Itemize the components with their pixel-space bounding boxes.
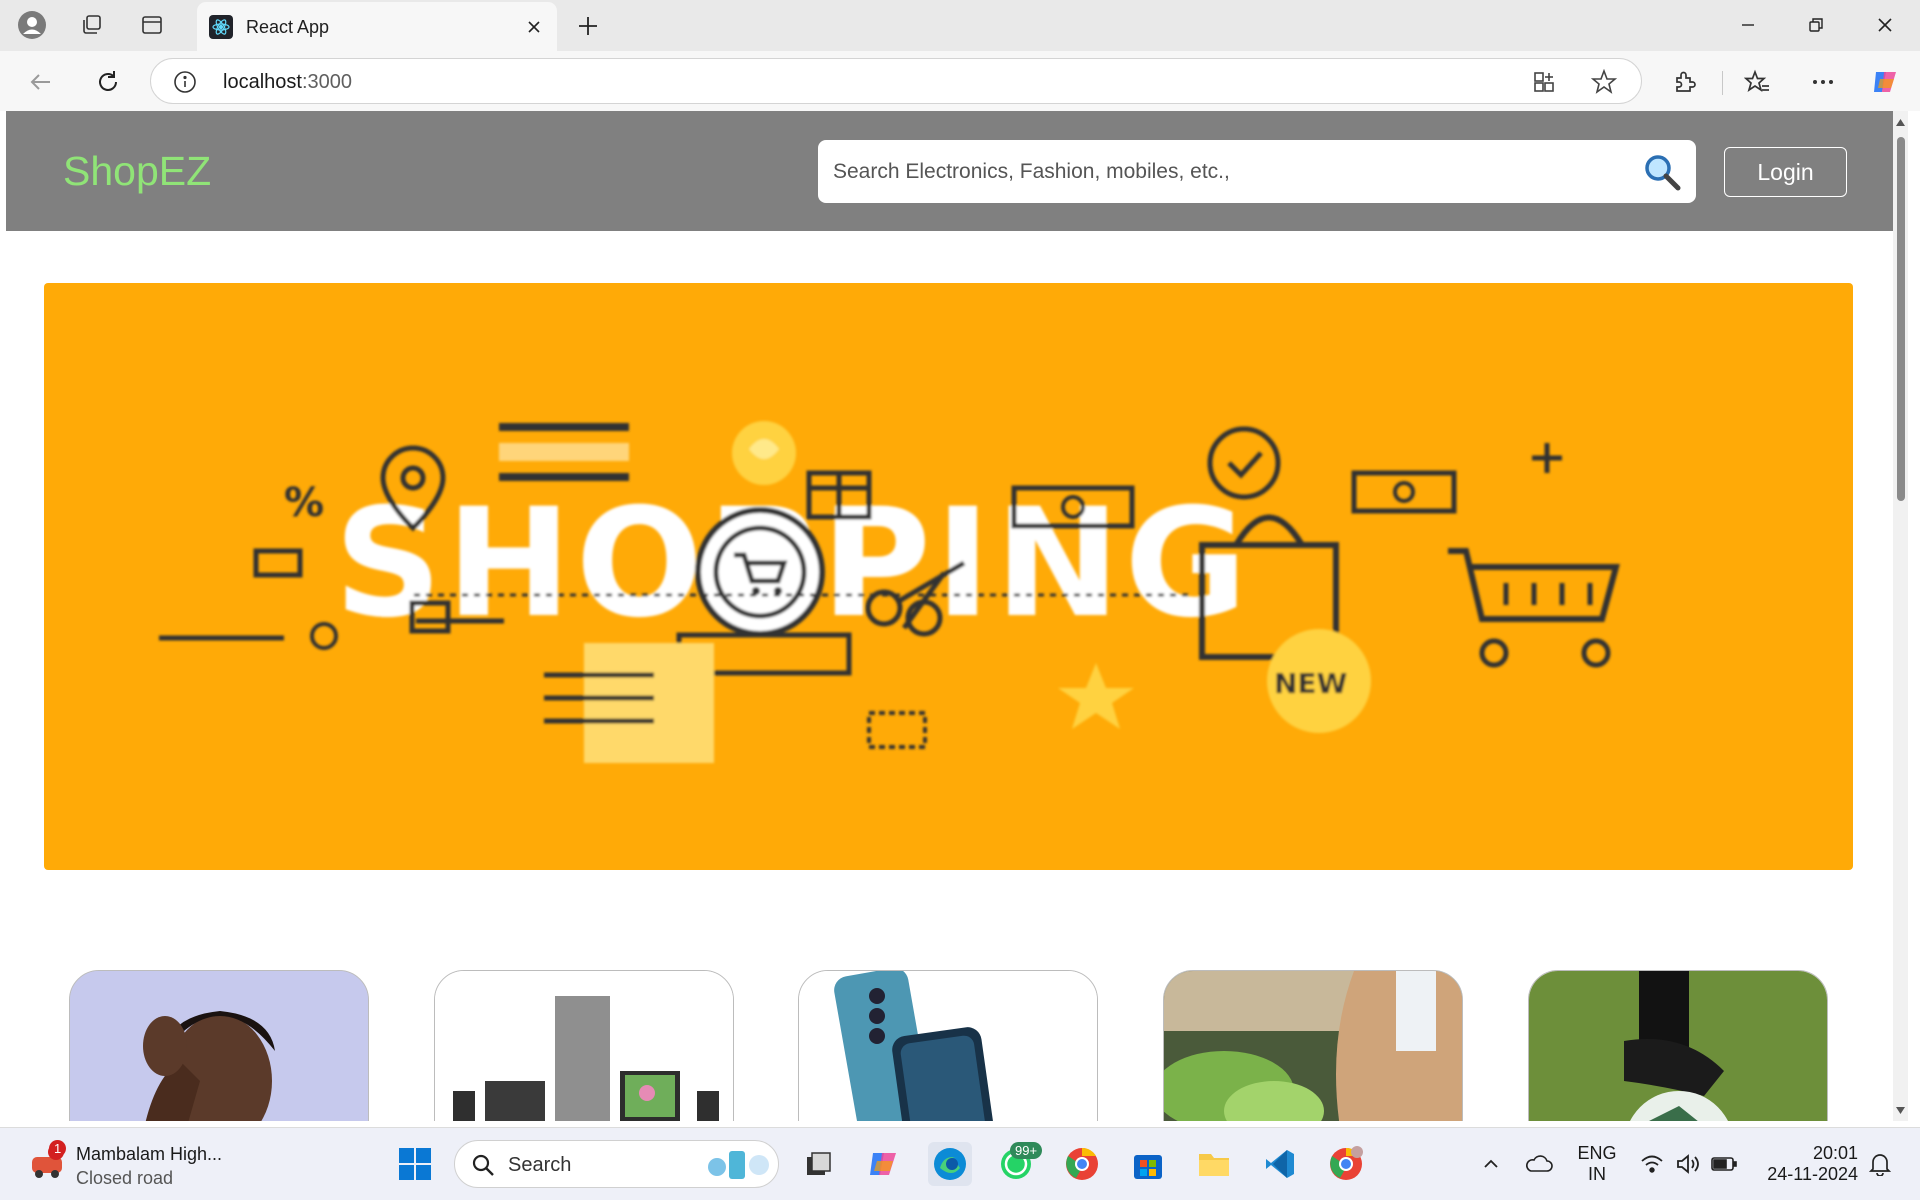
product-search-input[interactable]: Search Electronics, Fashion, mobiles, et…: [818, 140, 1696, 203]
clock-date: 24-11-2024: [1767, 1164, 1858, 1184]
search-icon: [472, 1154, 494, 1176]
category-card[interactable]: [798, 970, 1098, 1121]
favorite-star-icon[interactable]: [1589, 67, 1619, 97]
app-available-icon[interactable]: [1529, 67, 1559, 97]
notifications-bell-icon[interactable]: [1858, 1142, 1902, 1186]
back-icon[interactable]: [22, 63, 60, 101]
shopping-banner[interactable]: SHOPPING %: [44, 283, 1853, 870]
category-card[interactable]: [1528, 970, 1828, 1121]
search-icon[interactable]: [1642, 152, 1682, 192]
close-tab-icon[interactable]: [521, 14, 547, 40]
task-view-icon[interactable]: [796, 1142, 840, 1186]
brand-logo[interactable]: ShopEZ: [63, 148, 211, 195]
site-info-icon[interactable]: [173, 70, 197, 99]
category-cards: [6, 970, 1893, 1121]
close-window-icon[interactable]: [1855, 6, 1915, 44]
start-icon[interactable]: [393, 1142, 437, 1186]
whatsapp-badge: 99+: [1010, 1142, 1043, 1159]
clock[interactable]: 20:01 24-11-2024: [1748, 1143, 1858, 1185]
taskbar-search[interactable]: Search: [454, 1140, 779, 1188]
mobile-phones-image: [799, 971, 1097, 1121]
url-port: :3000: [301, 71, 352, 93]
search-placeholder: Search Electronics, Fashion, mobiles, et…: [833, 160, 1230, 183]
scrollbar-thumb[interactable]: [1897, 137, 1905, 501]
page-scrollbar[interactable]: [1893, 111, 1908, 1121]
language-code: ENG: [1577, 1143, 1617, 1163]
category-card[interactable]: [1163, 970, 1463, 1121]
clock-time: 20:01: [1812, 1143, 1858, 1163]
language-indicator[interactable]: ENG IN: [1572, 1143, 1622, 1185]
extensions-icon[interactable]: [1666, 63, 1704, 101]
banner-new-tag: NEW: [1274, 667, 1348, 700]
more-menu-icon[interactable]: [1804, 63, 1842, 101]
banner-percent: %: [284, 480, 324, 526]
web-page: ShopEZ Search Electronics, Fashion, mobi…: [6, 111, 1893, 1121]
browser-toolbar: localhost:3000: [0, 51, 1920, 111]
tab-actions-icon[interactable]: [134, 8, 170, 42]
site-navbar: ShopEZ Search Electronics, Fashion, mobi…: [6, 111, 1893, 231]
tab-react-app[interactable]: React App: [197, 2, 557, 51]
battery-icon[interactable]: [1702, 1142, 1746, 1186]
minimize-icon[interactable]: [1718, 6, 1778, 44]
copilot-taskbar-icon[interactable]: [862, 1142, 906, 1186]
reload-icon[interactable]: [89, 63, 127, 101]
microsoft-store-icon[interactable]: [1126, 1142, 1170, 1186]
copilot-icon[interactable]: [1866, 63, 1904, 101]
category-card[interactable]: [69, 970, 369, 1121]
url-host: localhost: [223, 71, 302, 93]
category-card[interactable]: [434, 970, 734, 1121]
groceries-image: [1164, 971, 1462, 1121]
man-portrait-image: [70, 971, 368, 1121]
address-bar[interactable]: localhost:3000: [150, 58, 1642, 104]
onedrive-icon[interactable]: [1517, 1142, 1561, 1186]
restore-icon[interactable]: [1786, 6, 1846, 44]
workspaces-icon[interactable]: [74, 8, 110, 42]
favorites-icon[interactable]: [1738, 63, 1776, 101]
new-tab-icon[interactable]: [570, 9, 606, 43]
weather-title: Mambalam High...: [76, 1144, 223, 1164]
scroll-up-icon[interactable]: [1895, 117, 1906, 128]
toolbar-separator: [1722, 71, 1723, 95]
file-explorer-icon[interactable]: [1192, 1142, 1236, 1186]
chrome-profile-icon[interactable]: [1324, 1142, 1368, 1186]
login-button[interactable]: Login: [1724, 147, 1847, 197]
weather-subtitle: Closed road: [76, 1168, 174, 1188]
chrome-icon[interactable]: [1060, 1142, 1104, 1186]
scroll-down-icon[interactable]: [1895, 1105, 1906, 1116]
search-highlight-icon: [708, 1151, 769, 1179]
react-logo-icon: [209, 15, 233, 39]
browser-tab-strip: React App: [0, 0, 1920, 51]
vscode-icon[interactable]: [1258, 1142, 1302, 1186]
home-appliances-image: [435, 971, 733, 1121]
taskbar-search-label: Search: [508, 1154, 572, 1176]
url-text: localhost:3000: [223, 71, 352, 94]
windows-taskbar: 1 Mambalam High... Closed road Search 99…: [0, 1127, 1920, 1200]
sports-football-image: [1529, 971, 1827, 1121]
tab-title: React App: [246, 17, 330, 37]
region-code: IN: [1588, 1164, 1606, 1184]
edge-browser-icon[interactable]: [928, 1142, 972, 1186]
profile-icon[interactable]: [14, 8, 50, 42]
show-hidden-icons[interactable]: [1469, 1142, 1513, 1186]
